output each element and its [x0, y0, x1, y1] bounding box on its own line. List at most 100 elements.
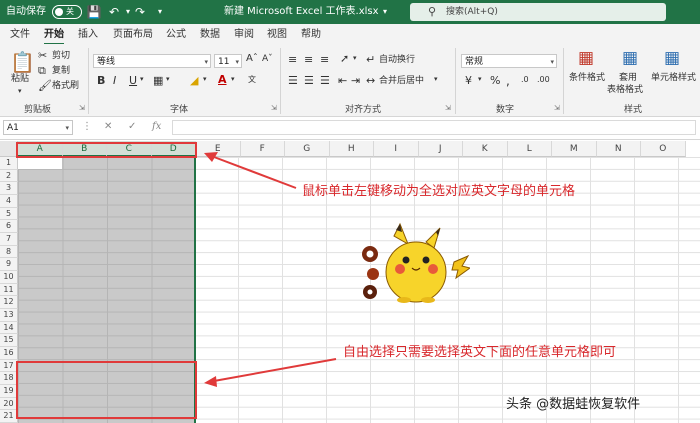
conditional-formatting-button[interactable]: 条件格式 [569, 71, 605, 85]
row-header[interactable]: 10 [0, 271, 18, 284]
wrap-text-icon[interactable]: ↵ [366, 53, 375, 66]
currency-icon[interactable]: ¥ [465, 74, 472, 87]
alignment-launcher-icon[interactable]: ⇲ [445, 104, 451, 112]
font-color-dropdown-icon[interactable]: ▾ [231, 75, 235, 83]
search-box[interactable]: ⚲ 搜索(Alt+Q) [410, 3, 666, 21]
copy-icon[interactable]: ⧉ [38, 64, 46, 78]
save-icon[interactable]: 💾 [86, 4, 102, 20]
column-header-k[interactable]: K [463, 141, 508, 157]
column-header-i[interactable]: I [374, 141, 419, 157]
font-size-combo[interactable]: 11 ▾ [214, 54, 242, 68]
currency-dropdown-icon[interactable]: ▾ [478, 75, 482, 83]
decrease-font-icon[interactable]: Aˇ [262, 54, 273, 64]
italic-icon[interactable]: I [113, 74, 116, 87]
number-format-combo[interactable]: 常规 ▾ [461, 54, 557, 68]
align-left-icon[interactable]: ☰ [288, 74, 298, 87]
paste-icon[interactable]: 📋 [10, 50, 35, 74]
increase-font-icon[interactable]: Aˆ [246, 53, 258, 64]
column-header-o[interactable]: O [641, 141, 686, 157]
decrease-decimal-icon[interactable]: .00 [537, 75, 550, 84]
column-header-f[interactable]: F [240, 141, 285, 157]
align-center-icon[interactable]: ☰ [304, 74, 314, 87]
align-top-icon[interactable]: ≡ [288, 53, 297, 66]
increase-decimal-icon[interactable]: .0 [521, 75, 529, 84]
font-launcher-icon[interactable]: ⇲ [271, 104, 277, 112]
fill-color-dropdown-icon[interactable]: ▾ [203, 75, 207, 83]
title-dropdown-icon[interactable]: ▾ [383, 0, 387, 24]
percent-icon[interactable]: % [490, 74, 500, 87]
row-header[interactable]: 4 [0, 195, 18, 208]
column-header-g[interactable]: G [285, 141, 330, 157]
column-header-l[interactable]: L [507, 141, 552, 157]
redo-icon[interactable]: ↷ [132, 4, 148, 20]
cut-icon[interactable]: ✂ [38, 49, 47, 62]
format-painter-button[interactable]: 格式刷 [52, 79, 79, 93]
tab-page-layout[interactable]: 页面布局 [113, 27, 153, 43]
tab-help[interactable]: 帮助 [301, 27, 321, 43]
more-options-icon[interactable]: ⋮ [82, 121, 92, 132]
formula-input[interactable] [172, 120, 696, 135]
copy-button[interactable]: 复制 [52, 64, 70, 78]
wrap-text-button[interactable]: 自动换行 [379, 53, 415, 67]
number-launcher-icon[interactable]: ⇲ [554, 104, 560, 112]
tab-view[interactable]: 视图 [267, 27, 287, 43]
row-header[interactable]: 8 [0, 245, 18, 259]
format-as-table-icon[interactable]: ▦ [622, 48, 638, 68]
row-header[interactable]: 5 [0, 207, 18, 221]
name-box[interactable]: A1 ▾ [3, 120, 73, 135]
cell-styles-button[interactable]: 单元格样式 [651, 71, 696, 85]
tab-formulas[interactable]: 公式 [166, 27, 186, 43]
column-header-e[interactable]: E [196, 141, 241, 157]
row-header[interactable]: 15 [0, 334, 18, 348]
row-header[interactable]: 2 [0, 169, 18, 183]
row-header[interactable]: 11 [0, 283, 18, 297]
tab-insert[interactable]: 插入 [78, 27, 98, 43]
phonetic-icon[interactable]: 文 [248, 74, 256, 85]
format-as-table-label-2[interactable]: 表格格式 [607, 83, 643, 97]
row-header[interactable]: 3 [0, 182, 18, 195]
tab-file[interactable]: 文件 [10, 27, 30, 43]
align-bottom-icon[interactable]: ≡ [320, 53, 329, 66]
column-header-h[interactable]: H [329, 141, 374, 157]
row-header[interactable]: 7 [0, 233, 18, 246]
font-name-combo[interactable]: 等线 ▾ [93, 54, 211, 68]
active-cell[interactable] [18, 157, 62, 169]
font-color-icon[interactable]: A [218, 73, 227, 86]
autosave-toggle[interactable]: 关 [52, 5, 82, 19]
row-header[interactable]: 14 [0, 321, 18, 335]
row-header[interactable]: 6 [0, 220, 18, 233]
tab-home[interactable]: 开始 [44, 27, 64, 45]
underline-dropdown-icon[interactable]: ▾ [140, 75, 144, 83]
bold-icon[interactable]: B [97, 74, 105, 87]
row-header[interactable]: 9 [0, 258, 18, 272]
align-middle-icon[interactable]: ≡ [304, 53, 313, 66]
row-header[interactable]: 16 [0, 347, 18, 360]
cancel-icon[interactable]: ✕ [104, 121, 112, 132]
increase-indent-icon[interactable]: ⇥ [351, 74, 360, 87]
clipboard-launcher-icon[interactable]: ⇲ [79, 104, 85, 112]
row-header[interactable]: 13 [0, 309, 18, 322]
align-right-icon[interactable]: ☰ [320, 74, 330, 87]
row-header[interactable]: 1 [0, 157, 18, 170]
borders-icon[interactable]: ▦ [153, 74, 163, 87]
orientation-dropdown-icon[interactable]: ▾ [353, 54, 357, 62]
underline-icon[interactable]: U [129, 74, 137, 87]
cell-styles-icon[interactable]: ▦ [664, 48, 680, 68]
column-header-m[interactable]: M [552, 141, 597, 157]
format-painter-icon[interactable]: 🖌 [38, 79, 52, 92]
column-header-j[interactable]: J [418, 141, 463, 157]
customize-toolbar-icon[interactable]: ▾ [152, 4, 168, 20]
orientation-icon[interactable]: ➚ [340, 52, 349, 65]
enter-icon[interactable]: ✓ [128, 121, 136, 132]
comma-style-icon[interactable]: , [506, 74, 510, 88]
tab-review[interactable]: 审阅 [234, 27, 254, 43]
tab-data[interactable]: 数据 [200, 27, 220, 43]
column-header-n[interactable]: N [596, 141, 641, 157]
row-header[interactable]: 12 [0, 296, 18, 310]
cut-button[interactable]: 剪切 [52, 49, 70, 63]
conditional-formatting-icon[interactable]: ▦ [578, 48, 594, 68]
merge-center-icon[interactable]: ↔ [366, 74, 375, 87]
decrease-indent-icon[interactable]: ⇤ [338, 74, 347, 87]
paste-dropdown-icon[interactable]: ▾ [18, 84, 22, 98]
merge-dropdown-icon[interactable]: ▾ [434, 75, 438, 83]
